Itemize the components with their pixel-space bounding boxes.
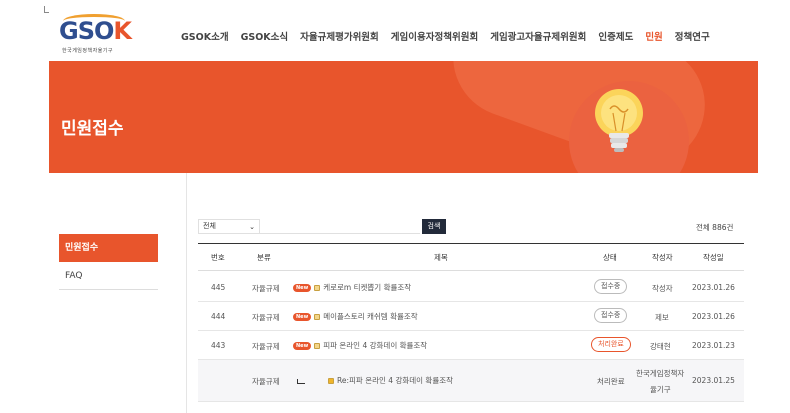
header-status: 상태 [603, 253, 617, 262]
search-category-select[interactable]: 전체 ⌄ [198, 219, 260, 234]
row-category: 자율규제 [252, 377, 280, 386]
table-header: 번호 분류 제목 상태 작성자 작성일 [198, 243, 744, 271]
new-badge: New [293, 342, 312, 350]
new-badge: New [293, 284, 312, 292]
global-nav: GSOK소개 GSOK소식 자율규제평가위원회 게임이용자정책위원회 게임광고자… [181, 29, 722, 43]
nav-item-self-regulation[interactable]: 자율규제평가위원회 [300, 29, 379, 43]
table-row[interactable]: 443 자율규제 New 피파 온라인 4 강화데이 확률조작 처리완료 강태현 … [198, 331, 744, 360]
row-category: 자율규제 [252, 284, 280, 293]
search-button[interactable]: 검색 [422, 219, 446, 234]
new-badge: New [293, 313, 312, 321]
header-date: 작성일 [703, 253, 724, 262]
row-title-wrap: Re:피파 온라인 4 강화데이 확률조작 [297, 375, 453, 386]
row-author: 작성자 [652, 284, 673, 293]
nav-item-user-policy[interactable]: 게임이용자정책위원회 [391, 29, 478, 43]
row-title-wrap: New 메이플스토리 캐쉬템 확률조작 [293, 311, 418, 322]
row-date: 2023.01.25 [692, 376, 735, 385]
nav-item-ad-regulation[interactable]: 게임광고자율규제위원회 [490, 29, 586, 43]
row-title[interactable]: Re:피파 온라인 4 강화데이 확률조작 [337, 376, 453, 385]
header-category: 분류 [257, 253, 271, 262]
row-title-wrap: New 케로로m 티켓뽑기 확률조작 [293, 282, 411, 293]
search-bar: 전체 ⌄ 검색 [198, 219, 446, 234]
row-date: 2023.01.26 [692, 312, 735, 321]
status-badge: 접수중 [594, 279, 628, 294]
page-banner: 민원접수 [49, 61, 758, 173]
content-divider [186, 173, 187, 413]
select-value: 전체 [203, 222, 216, 230]
row-number: 445 [211, 283, 226, 292]
nav-item-policy-research[interactable]: 정책연구 [675, 29, 710, 43]
status-badge: 접수중 [594, 308, 628, 323]
row-date: 2023.01.26 [692, 283, 735, 292]
nav-item-complaints[interactable]: 민원 [645, 29, 662, 43]
table-row[interactable]: 445 자율규제 New 케로로m 티켓뽑기 확률조작 접수중 작성자 2023.… [198, 273, 744, 302]
row-author: 강태현 [650, 342, 671, 351]
lock-icon [314, 285, 321, 291]
total-count: 전체 886건 [696, 223, 734, 232]
lock-icon [314, 343, 321, 349]
chevron-down-icon: ⌄ [249, 223, 255, 231]
row-number: 444 [211, 312, 226, 321]
row-category: 자율규제 [252, 313, 280, 322]
search-input[interactable] [260, 219, 420, 234]
nav-item-news[interactable]: GSOK소식 [241, 29, 289, 43]
header-author: 작성자 [652, 253, 673, 262]
status-text: 처리완료 [597, 377, 625, 386]
site-header: GSOK 한국게임정책자율기구 GSOK소개 GSOK소식 자율규제평가위원회 … [0, 0, 790, 60]
header-number: 번호 [211, 253, 225, 262]
header-title: 제목 [434, 253, 448, 262]
side-item-faq[interactable]: FAQ [59, 262, 158, 290]
table-row-reply[interactable]: 자율규제 Re:피파 온라인 4 강화데이 확률조작 처리완료 한국게임정책자 … [198, 360, 744, 402]
logo-subtitle: 한국게임정책자율기구 [62, 48, 114, 54]
row-author: 제보 [655, 313, 669, 322]
row-number: 443 [211, 341, 226, 350]
row-title[interactable]: 메이플스토리 캐쉬템 확률조작 [323, 312, 417, 321]
row-title[interactable]: 피파 온라인 4 강화데이 확률조작 [323, 341, 427, 350]
lightbulb-icon [595, 89, 643, 152]
nav-item-certification[interactable]: 인증제도 [598, 29, 633, 43]
lock-icon [314, 314, 321, 320]
logo-wordmark: GSOK [59, 17, 132, 45]
status-badge: 처리완료 [591, 337, 631, 352]
reply-arrow-icon [297, 378, 305, 384]
page-title: 민원접수 [61, 119, 124, 139]
side-menu: 민원접수 FAQ [59, 234, 158, 290]
row-author-line1: 한국게임정책자 [636, 369, 685, 378]
lock-icon [328, 378, 334, 384]
nav-item-about[interactable]: GSOK소개 [181, 29, 229, 43]
row-date: 2023.01.23 [692, 341, 735, 350]
row-category: 자율규제 [252, 342, 280, 351]
row-author-line2: 율기구 [650, 385, 671, 394]
row-title-wrap: New 피파 온라인 4 강화데이 확률조작 [293, 340, 427, 351]
table-row[interactable]: 444 자율규제 New 메이플스토리 캐쉬템 확률조작 접수중 제보 2023.… [198, 302, 744, 331]
gsok-logo[interactable]: GSOK 한국게임정책자율기구 [59, 14, 132, 55]
side-item-complaint-submit[interactable]: 민원접수 [59, 234, 158, 262]
complaints-table: 번호 분류 제목 상태 작성자 작성일 445 자율규제 New 케로로m 티켓뽑… [198, 243, 744, 402]
row-title[interactable]: 케로로m 티켓뽑기 확률조작 [323, 283, 411, 292]
